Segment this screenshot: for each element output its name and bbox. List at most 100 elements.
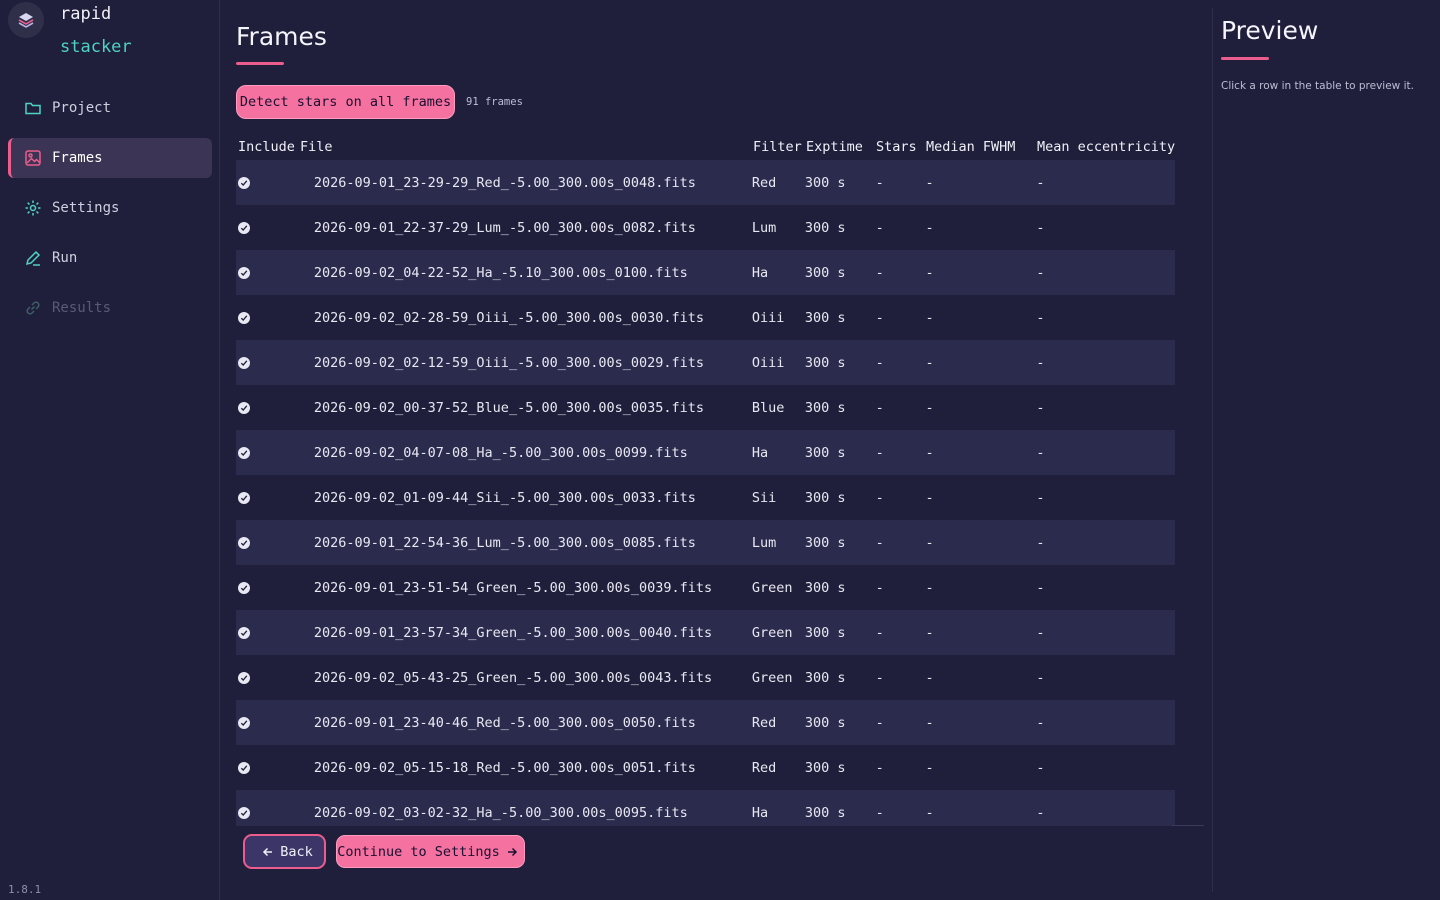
header-exptime[interactable]: Exptime <box>806 139 876 155</box>
include-checkbox[interactable] <box>238 491 250 504</box>
table-row[interactable]: 2026-09-02_04-07-08_Ha_-5.00_300.00s_009… <box>236 430 1175 475</box>
include-checkbox[interactable] <box>238 311 250 324</box>
include-checkbox[interactable] <box>238 581 250 594</box>
table-row[interactable]: 2026-09-01_22-54-36_Lum_-5.00_300.00s_00… <box>236 520 1175 565</box>
sidebar-item-project[interactable]: Project <box>8 88 212 128</box>
gear-icon <box>24 199 42 217</box>
cell-mean-eccentricity: - <box>1036 219 1045 236</box>
table-row[interactable]: 2026-09-02_00-37-52_Blue_-5.00_300.00s_0… <box>236 385 1175 430</box>
table-row[interactable]: 2026-09-01_23-40-46_Red_-5.00_300.00s_00… <box>236 700 1175 745</box>
table-row[interactable]: 2026-09-01_23-51-54_Green_-5.00_300.00s_… <box>236 565 1175 610</box>
cell-filter: Lum <box>751 534 777 551</box>
table-row[interactable]: 2026-09-02_01-09-44_Sii_-5.00_300.00s_00… <box>236 475 1175 520</box>
include-checkbox[interactable] <box>238 536 250 549</box>
header-include[interactable]: Include <box>236 139 300 155</box>
cell-file: 2026-09-01_23-40-46_Red_-5.00_300.00s_00… <box>313 714 696 731</box>
check-icon <box>240 809 248 816</box>
table-row[interactable]: 2026-09-02_05-15-18_Red_-5.00_300.00s_00… <box>236 745 1175 790</box>
header-filter[interactable]: Filter <box>753 139 806 155</box>
check-icon <box>240 224 248 231</box>
continue-button[interactable]: Continue to Settings <box>336 835 525 868</box>
table-row[interactable]: 2026-09-01_23-29-29_Red_-5.00_300.00s_00… <box>236 160 1175 205</box>
cell-exptime: 300 s <box>804 714 846 731</box>
cell-file: 2026-09-01_23-57-34_Green_-5.00_300.00s_… <box>313 624 713 641</box>
cell-stars: - <box>875 669 884 686</box>
include-checkbox[interactable] <box>238 626 250 639</box>
check-icon <box>240 449 248 456</box>
cell-median-fwhm: - <box>925 804 934 821</box>
cell-file: 2026-09-02_00-37-52_Blue_-5.00_300.00s_0… <box>313 399 705 416</box>
table-row[interactable]: 2026-09-02_04-22-52_Ha_-5.10_300.00s_010… <box>236 250 1175 295</box>
cell-filter: Green <box>751 624 793 641</box>
table-row[interactable]: 2026-09-01_23-57-34_Green_-5.00_300.00s_… <box>236 610 1175 655</box>
back-button[interactable]: Back <box>243 834 326 869</box>
sidebar-nav: Project Frames Settings Run Results <box>8 88 212 338</box>
sidebar-item-label: Frames <box>52 150 103 166</box>
include-checkbox[interactable] <box>238 716 250 729</box>
cell-exptime: 300 s <box>804 444 846 461</box>
table-row[interactable]: 2026-09-02_03-02-32_Ha_-5.00_300.00s_009… <box>236 790 1175 826</box>
include-checkbox[interactable] <box>238 176 250 189</box>
include-checkbox[interactable] <box>238 266 250 279</box>
cell-median-fwhm: - <box>925 669 934 686</box>
arrow-right-icon <box>506 846 518 858</box>
cell-exptime: 300 s <box>804 354 846 371</box>
sidebar-item-settings[interactable]: Settings <box>8 188 212 228</box>
cell-mean-eccentricity: - <box>1036 534 1045 551</box>
pen-icon <box>24 249 42 267</box>
link-icon <box>24 299 42 317</box>
cell-stars: - <box>875 804 884 821</box>
include-checkbox[interactable] <box>238 446 250 459</box>
frames-table[interactable]: Include File Filter Exptime Stars Median… <box>236 134 1204 826</box>
cell-median-fwhm: - <box>925 219 934 236</box>
include-checkbox[interactable] <box>238 401 250 414</box>
sidebar-item-run[interactable]: Run <box>8 238 212 278</box>
include-checkbox[interactable] <box>238 806 250 819</box>
cell-file: 2026-09-02_02-28-59_Oiii_-5.00_300.00s_0… <box>313 309 705 326</box>
table-header: Include File Filter Exptime Stars Median… <box>236 134 1204 160</box>
cell-mean-eccentricity: - <box>1036 579 1045 596</box>
cell-exptime: 300 s <box>804 174 846 191</box>
include-checkbox[interactable] <box>238 356 250 369</box>
check-icon <box>240 719 248 726</box>
cell-filter: Red <box>751 714 777 731</box>
table-row[interactable]: 2026-09-02_02-12-59_Oiii_-5.00_300.00s_0… <box>236 340 1175 385</box>
arrow-left-icon <box>262 846 274 858</box>
cell-file: 2026-09-02_03-02-32_Ha_-5.00_300.00s_009… <box>313 804 688 821</box>
sidebar-item-frames[interactable]: Frames <box>8 138 212 178</box>
header-file[interactable]: File <box>300 139 753 155</box>
table-body: 2026-09-01_23-29-29_Red_-5.00_300.00s_00… <box>236 160 1204 826</box>
check-icon <box>240 179 248 186</box>
cell-exptime: 300 s <box>804 219 846 236</box>
sidebar-item-label: Project <box>52 100 112 116</box>
include-checkbox[interactable] <box>238 671 250 684</box>
cell-file: 2026-09-01_22-37-29_Lum_-5.00_300.00s_00… <box>313 219 696 236</box>
cell-median-fwhm: - <box>925 444 934 461</box>
cell-mean-eccentricity: - <box>1036 489 1045 506</box>
header-stars[interactable]: Stars <box>876 139 926 155</box>
cell-file: 2026-09-02_01-09-44_Sii_-5.00_300.00s_00… <box>313 489 696 506</box>
table-row[interactable]: 2026-09-02_05-43-25_Green_-5.00_300.00s_… <box>236 655 1175 700</box>
sidebar-item-label: Settings <box>52 200 120 216</box>
cell-stars: - <box>875 714 884 731</box>
cell-exptime: 300 s <box>804 624 846 641</box>
brand: rapid stacker <box>8 2 132 59</box>
cell-stars: - <box>875 579 884 596</box>
table-row[interactable]: 2026-09-02_02-28-59_Oiii_-5.00_300.00s_0… <box>236 295 1175 340</box>
continue-button-label: Continue to Settings <box>337 843 500 860</box>
cell-file: 2026-09-02_04-22-52_Ha_-5.10_300.00s_010… <box>313 264 688 281</box>
cell-file: 2026-09-02_02-12-59_Oiii_-5.00_300.00s_0… <box>313 354 705 371</box>
cell-file: 2026-09-02_05-43-25_Green_-5.00_300.00s_… <box>313 669 713 686</box>
check-icon <box>240 314 248 321</box>
header-median-fwhm[interactable]: Median FWHM <box>926 139 1037 155</box>
include-checkbox[interactable] <box>238 221 250 234</box>
frame-count: 91 frames <box>466 96 523 108</box>
cell-filter: Red <box>751 174 777 191</box>
include-checkbox[interactable] <box>238 761 250 774</box>
cell-median-fwhm: - <box>925 624 934 641</box>
cell-filter: Sii <box>751 489 777 506</box>
table-row[interactable]: 2026-09-01_22-37-29_Lum_-5.00_300.00s_00… <box>236 205 1175 250</box>
header-mean-eccentricity[interactable]: Mean eccentricity <box>1037 139 1177 155</box>
cell-file: 2026-09-02_05-15-18_Red_-5.00_300.00s_00… <box>313 759 696 776</box>
detect-stars-button[interactable]: Detect stars on all frames <box>236 85 455 119</box>
